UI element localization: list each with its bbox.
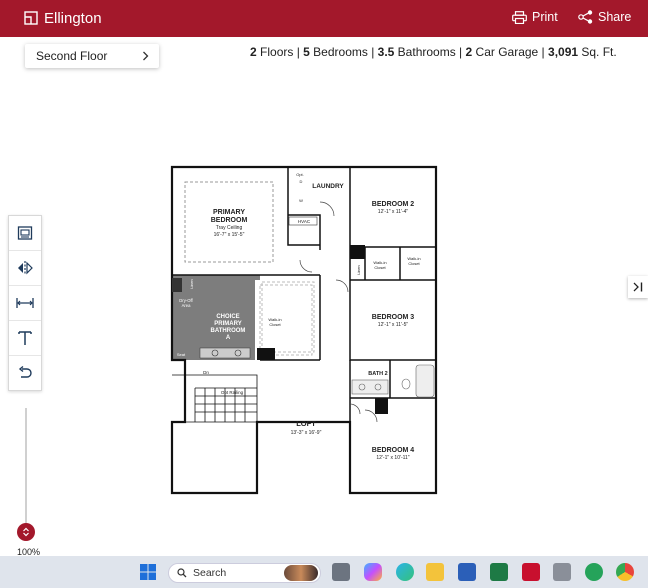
print-button[interactable]: Print [512,10,558,24]
bathrooms-count: 3.5 [377,45,395,59]
zoom-slider-handle[interactable] [17,523,35,541]
opt-railing-label: Opt Railing [221,390,244,395]
sqft-text: Sq. Ft. [578,45,617,59]
laundry-label: LAUNDRY [312,183,344,190]
snipping-tool-icon[interactable] [553,563,571,581]
active-app-icon[interactable] [522,563,540,581]
plan-title: Ellington [44,10,102,27]
floor-plan[interactable]: LAUNDRY Opt. D W HVAC PRIMARY BEDROOM Tr… [160,160,445,500]
choice-bath-label-2: PRIMARY [214,321,241,327]
chrome-icon[interactable] [616,563,634,581]
bathrooms-text: Bathrooms | [394,45,466,59]
measure-tool-button[interactable] [9,286,41,321]
plan-toolbar [8,215,42,391]
zoom-arrows-icon [23,527,29,537]
taskbar-search[interactable]: Search [168,563,321,583]
choice-bath-label-1: CHOICE [216,314,239,320]
dryer-label: D [300,179,303,184]
bath-2-label: BATH 2 [368,371,387,377]
search-icon [177,568,187,578]
bedroom-4-dimensions: 12'-1" x 10'-11" [376,455,409,461]
choice-bath-label-4: A [226,335,231,341]
file-explorer-icon[interactable] [426,563,444,581]
floors-count: 2 [250,45,257,59]
sqft-count: 3,091 [548,45,579,59]
mirror-tool-button[interactable] [9,251,41,286]
floors-text: Floors | [256,45,304,59]
hvac-label: HVAC [298,219,311,224]
print-label: Print [532,10,558,24]
stairs-down-label: Dn [203,370,209,375]
bedrooms-text: Bedrooms | [309,45,378,59]
text-icon [18,331,32,345]
text-tool-button[interactable] [9,321,41,356]
bedroom-2-label: BEDROOM 2 [372,201,415,208]
zoom-slider-track[interactable] [25,408,27,526]
home-summary: 2 Floors | 5 Bedrooms | 3.5 Bathrooms | … [250,45,617,59]
task-view-icon[interactable] [332,563,350,581]
excel-icon[interactable] [490,563,508,581]
opt-label: Opt. [296,172,304,177]
printer-icon [512,10,527,24]
linen-2-label: Linen [190,279,194,288]
edge-browser-icon[interactable] [396,563,414,581]
primary-bedroom-subtitle: Tray Ceiling [216,225,243,231]
walkin-closet-3-sublabel: Closet [269,322,281,327]
app-header: Ellington Print Share [0,0,648,37]
share-button[interactable]: Share [578,10,631,24]
walkin-closet-1-sublabel: Closet [374,265,386,270]
dry-off-sublabel: Area [182,303,192,308]
chevron-right-icon [143,51,149,61]
washer-label: W [299,198,303,203]
loft-dimensions: 13'-3" x 16'-9" [291,430,322,436]
share-icon [578,10,593,24]
search-placeholder: Search [193,567,227,579]
word-icon[interactable] [458,563,476,581]
side-panel-toggle[interactable] [628,276,648,298]
walkin-closet-2-sublabel: Closet [408,261,420,266]
mirror-icon [18,261,33,275]
seat-label: Seat [177,352,186,357]
bedroom-4-label: BEDROOM 4 [372,447,415,454]
choice-bath-label-3: BATHROOM [211,328,246,334]
primary-bedroom-dimensions: 16'-7" x 15'-5" [214,232,245,238]
chevron-right-bar-icon [633,282,643,292]
undo-tool-button[interactable] [9,356,41,390]
measure-icon [16,298,34,308]
copilot-icon[interactable] [364,563,382,581]
primary-bedroom-label-2: BEDROOM [211,217,248,224]
primary-bedroom-label-1: PRIMARY [213,209,245,216]
windows-start-icon[interactable] [140,564,156,580]
floor-selector[interactable]: Second Floor [25,44,159,68]
bedrooms-count: 5 [303,45,310,59]
floor-selector-value: Second Floor [36,49,108,63]
bedroom-3-label: BEDROOM 3 [372,314,415,321]
garage-text: Car Garage | [472,45,549,59]
whatsapp-icon[interactable] [585,563,603,581]
bedroom-2-dimensions: 12'-1" x 11'-4" [378,209,409,215]
undo-icon [18,365,32,378]
furniture-tool-button[interactable] [9,216,41,251]
share-label: Share [598,10,632,24]
furniture-icon [17,226,33,240]
bedroom-3-dimensions: 12'-1" x 11'-5" [378,322,409,328]
os-taskbar [0,556,648,588]
linen-closet-label: Linen [357,265,361,274]
loft-label: LOFT [296,419,316,428]
floorplan-logo-icon [24,11,38,25]
search-highlight-image [284,565,318,581]
